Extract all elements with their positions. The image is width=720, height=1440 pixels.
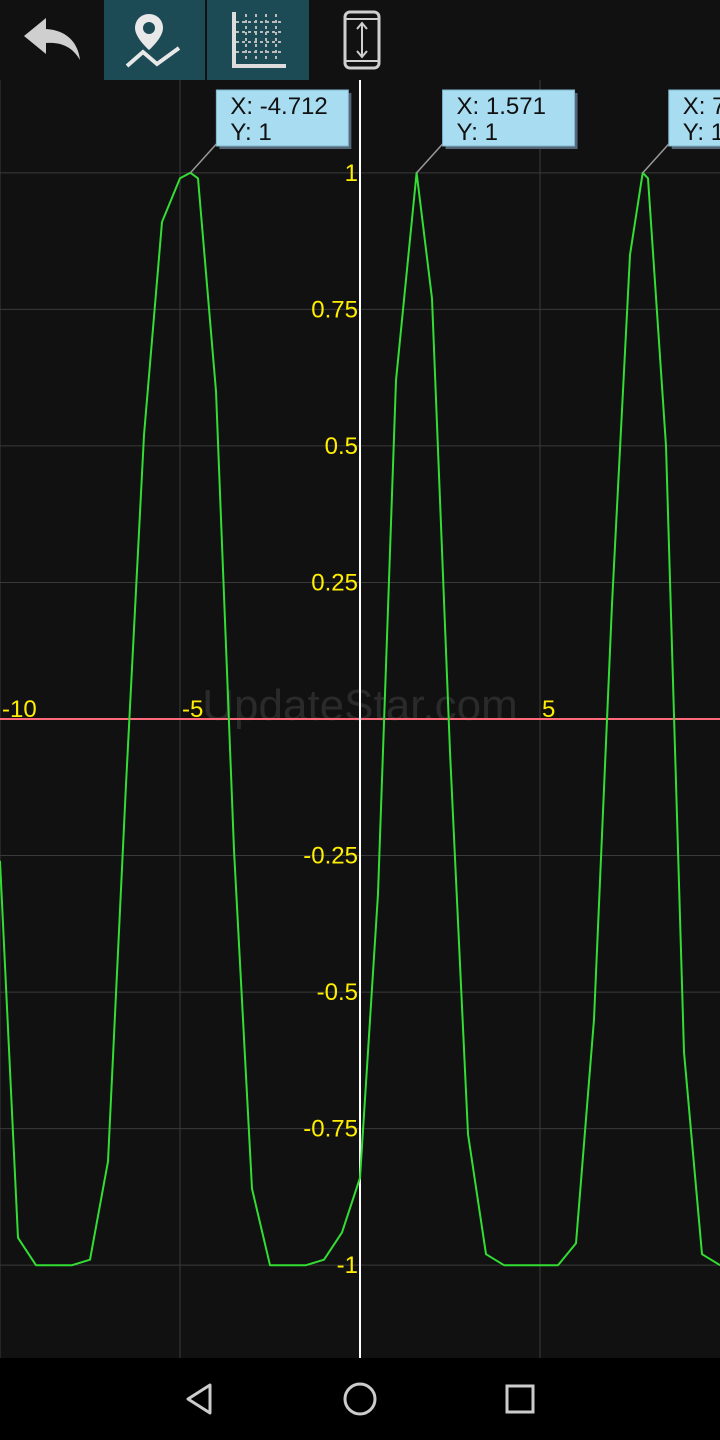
home-button[interactable] (310, 1358, 410, 1440)
data-point (305, 1264, 307, 1266)
data-point (107, 1160, 109, 1162)
y-tick-label: 0.75 (311, 296, 358, 323)
y-tick-label: -0.75 (303, 1116, 358, 1143)
data-point (197, 177, 199, 179)
annotation-x-label: X: 1.571 (457, 93, 546, 120)
annotation-x-label: X: -4.712 (230, 93, 327, 120)
data-point (701, 1253, 703, 1255)
data-point (323, 1259, 325, 1261)
data-point (143, 434, 145, 436)
screen-orientation-icon (343, 10, 381, 70)
y-tick-label: 1 (345, 160, 358, 187)
data-point (89, 1259, 91, 1261)
data-point (215, 390, 217, 392)
graph-plot[interactable]: UpdateStar.com -10 -5 510.750.50.25-0.25-0… (0, 80, 720, 1358)
data-point (125, 783, 127, 786)
data-point (251, 1188, 253, 1190)
y-tick-label: 0.25 (311, 569, 358, 596)
y-tick-label: 0.5 (325, 433, 358, 460)
data-point (593, 1018, 595, 1020)
data-point (611, 603, 613, 605)
data-point (35, 1264, 37, 1266)
trace-point-icon (125, 14, 180, 68)
data-point (395, 379, 397, 381)
data-point (629, 254, 631, 256)
data-point (539, 1264, 541, 1266)
home-circle-icon (343, 1382, 377, 1416)
data-point (467, 1133, 469, 1135)
annotation-x-label: X: 7.854 (683, 93, 720, 120)
data-point (287, 1264, 289, 1266)
x-tick-label: -10 (2, 696, 37, 723)
data-point (665, 445, 667, 447)
data-point (575, 1242, 577, 1244)
recents-square-icon (505, 1384, 535, 1414)
data-point (233, 849, 235, 851)
annotation-y-label: Y: 1 (457, 119, 498, 146)
undo-button[interactable] (0, 0, 104, 80)
x-tick-label: 5 (542, 696, 555, 723)
y-tick-label: -0.25 (303, 843, 358, 870)
navigation-bar (0, 1358, 720, 1440)
data-point (269, 1264, 271, 1266)
y-tick-label: -0.5 (317, 979, 358, 1006)
data-point (431, 297, 433, 300)
annotation-y-label: Y: 1 (230, 119, 271, 146)
y-tick-label: -1 (337, 1252, 358, 1279)
data-point (161, 221, 163, 223)
data-point (17, 1237, 19, 1239)
data-point (503, 1264, 505, 1266)
data-point (557, 1264, 559, 1266)
x-tick-label: -5 (182, 696, 203, 723)
recents-button[interactable] (470, 1358, 570, 1440)
data-point (647, 177, 649, 179)
back-button[interactable] (150, 1358, 250, 1440)
data-point (53, 1264, 55, 1266)
grid-button[interactable] (207, 0, 309, 80)
data-point (359, 1177, 361, 1179)
data-point (377, 893, 379, 895)
toolbar (0, 0, 720, 80)
data-point (449, 751, 451, 753)
back-triangle-icon (186, 1383, 212, 1415)
data-point (179, 177, 181, 179)
orientation-button[interactable] (312, 0, 412, 80)
trace-point-button[interactable] (104, 0, 205, 80)
grid-axes-icon (232, 12, 286, 68)
undo-arrow-icon (24, 18, 80, 60)
annotation-y-label: Y: 1 (683, 119, 720, 146)
data-point (485, 1253, 487, 1255)
data-point (71, 1264, 73, 1266)
data-point (683, 1051, 685, 1053)
data-point (341, 1231, 343, 1233)
data-point (521, 1264, 523, 1266)
